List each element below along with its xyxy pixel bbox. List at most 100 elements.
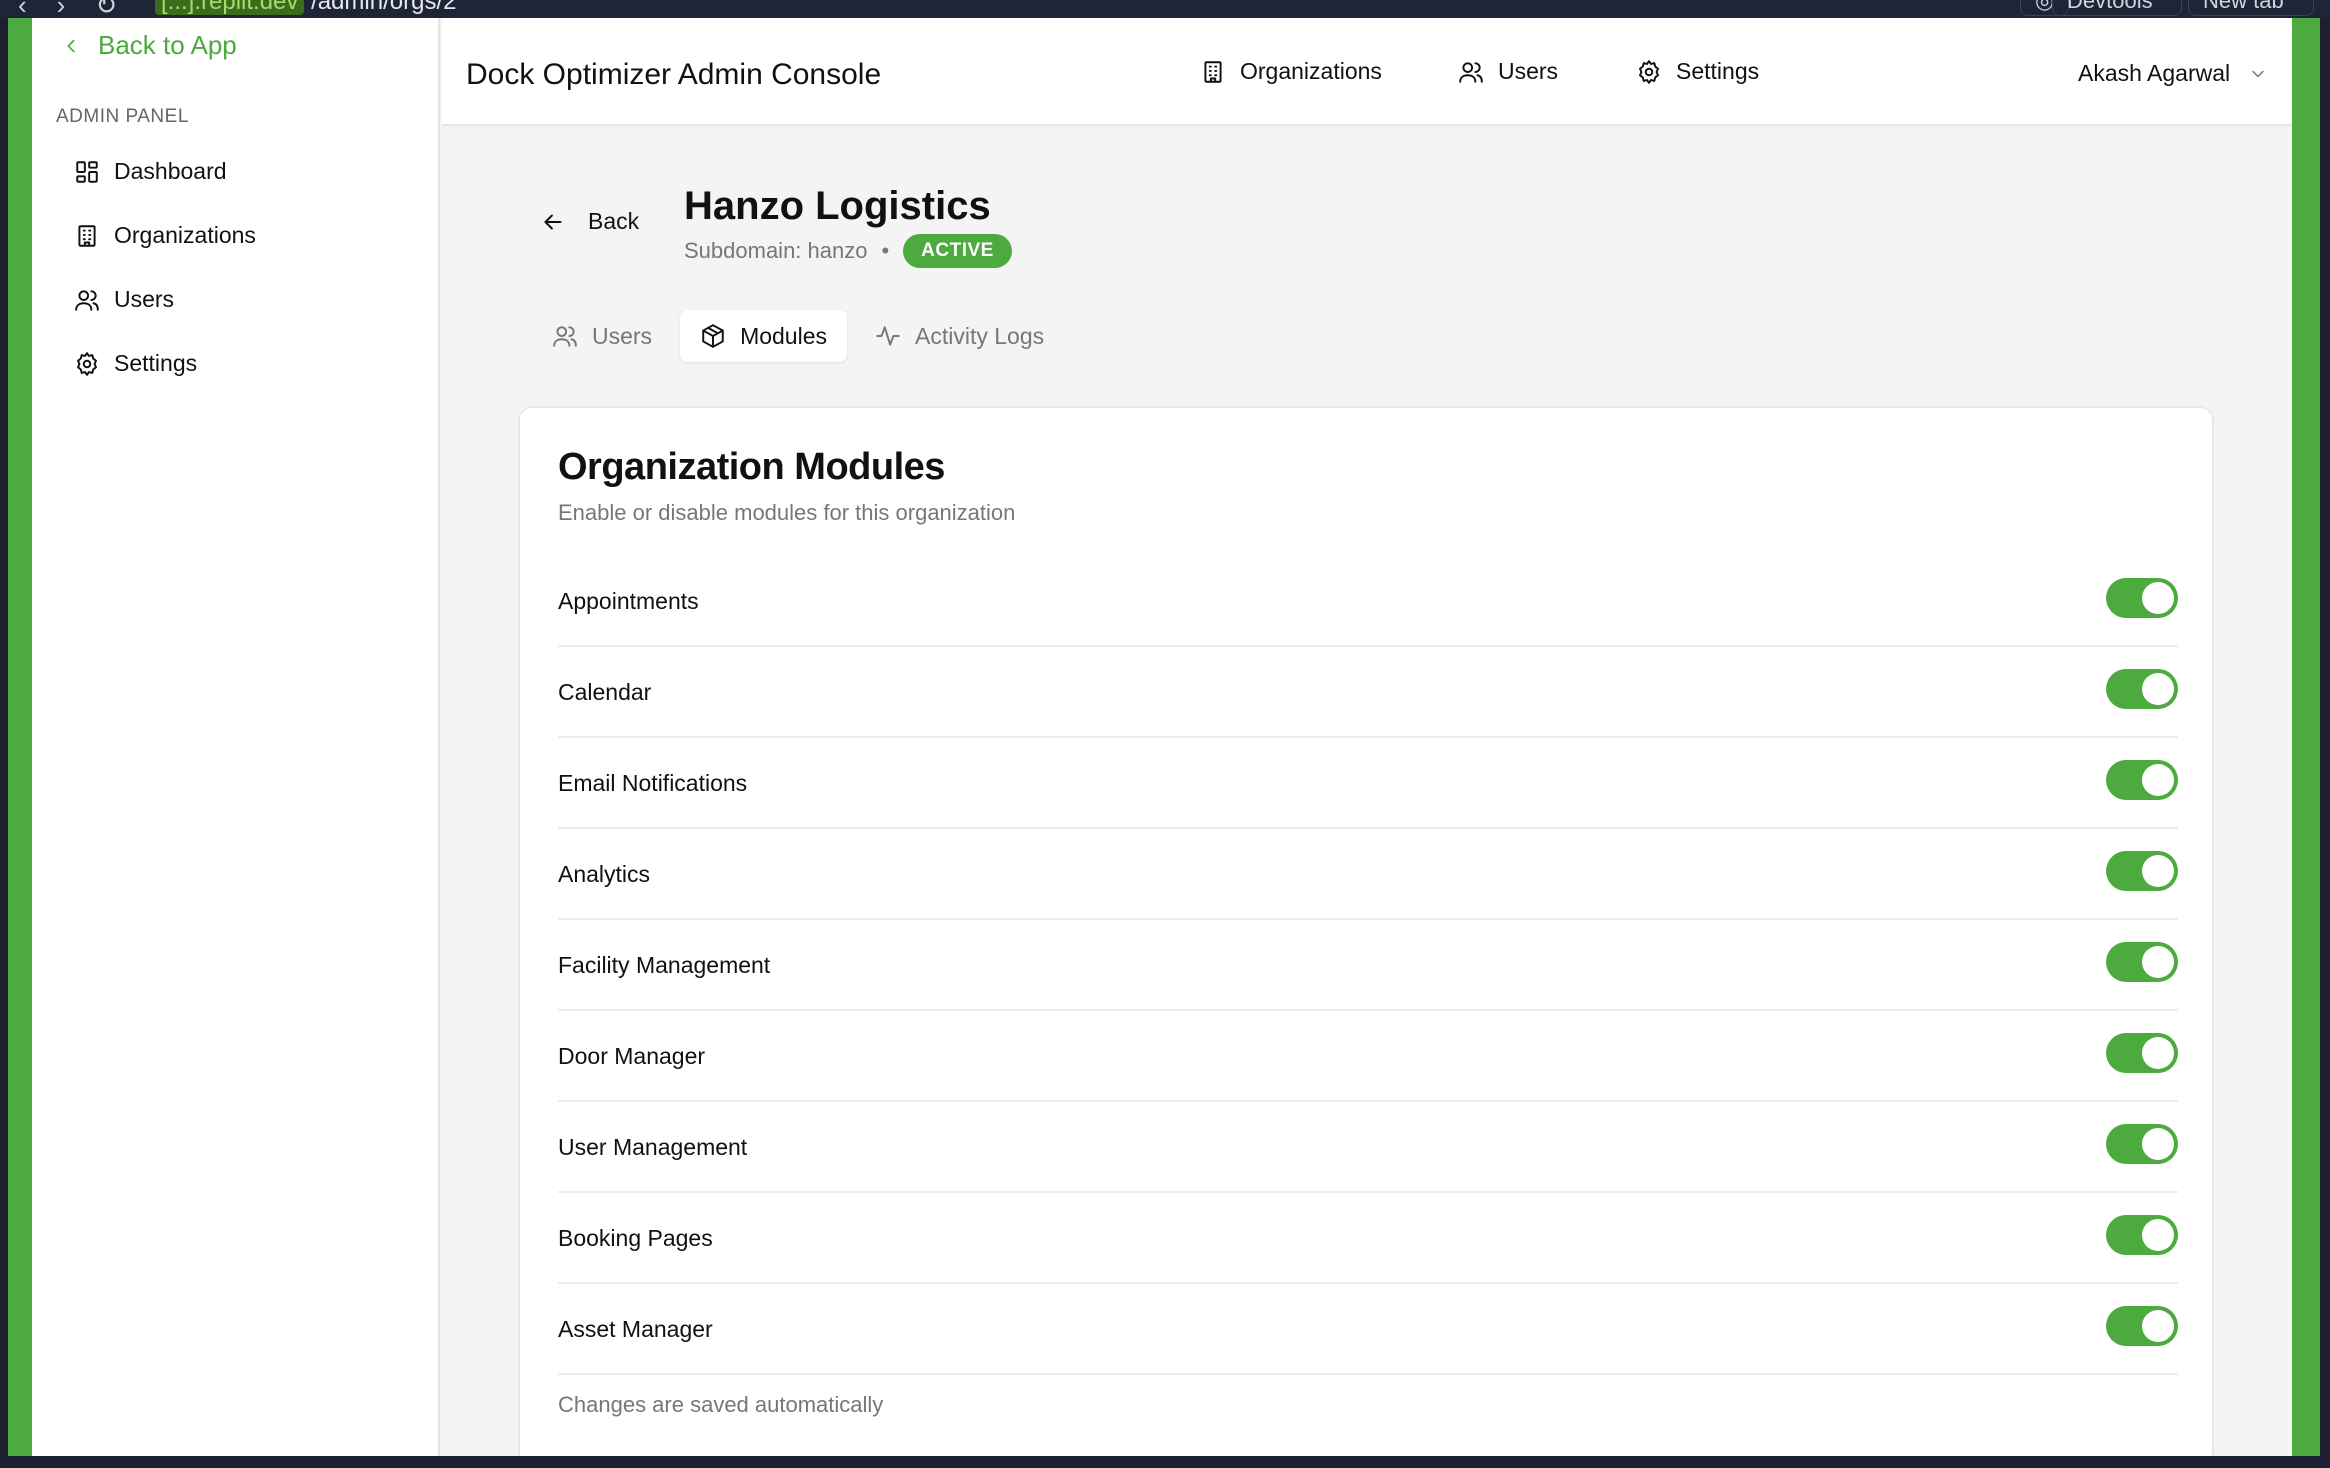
- module-row-door-manager: Door Manager: [558, 1011, 2178, 1102]
- sidebar: Back to App ADMIN PANEL Dashboard Organi…: [32, 18, 440, 1456]
- back-button[interactable]: Back: [540, 208, 639, 235]
- top-nav-users[interactable]: Users: [1458, 58, 1558, 85]
- card-description: Enable or disable modules for this organ…: [558, 500, 1016, 525]
- devtools-label: Devtools: [2067, 0, 2153, 13]
- top-nav-label: Users: [1498, 58, 1559, 84]
- devtools-button[interactable]: Devtools: [2052, 0, 2182, 16]
- separator-dot: •: [881, 238, 890, 263]
- toggle-knob: [2142, 582, 2174, 614]
- module-row-email-notifications: Email Notifications: [558, 738, 2178, 829]
- tab-activity-logs[interactable]: Activity Logs: [855, 310, 1064, 362]
- sidebar-item-users[interactable]: Users: [74, 286, 174, 313]
- module-row-user-management: User Management: [558, 1102, 2178, 1193]
- autosave-note: Changes are saved automatically: [558, 1392, 884, 1417]
- users-icon: [553, 326, 577, 347]
- toggle-knob: [2142, 764, 2174, 796]
- new-tab-button[interactable]: New tab: [2188, 0, 2314, 16]
- browser-back-icon[interactable]: ‹: [18, 0, 27, 18]
- arrow-left-icon: [544, 214, 562, 229]
- frame-border-left: [8, 18, 32, 1456]
- activity-icon: [876, 326, 900, 346]
- module-toggle[interactable]: [2106, 1306, 2178, 1346]
- module-row-asset-manager: Asset Manager: [558, 1284, 2178, 1375]
- module-name: Email Notifications: [558, 770, 748, 796]
- module-row-analytics: Analytics: [558, 829, 2178, 920]
- modules-card: Organization Modules Enable or disable m…: [518, 406, 2214, 1456]
- back-to-app-label: Back to App: [98, 30, 237, 60]
- user-name: Akash Agarwal: [2078, 60, 2231, 86]
- toggle-knob: [2142, 946, 2174, 978]
- module-toggle[interactable]: [2106, 1033, 2178, 1073]
- toggle-knob: [2142, 1128, 2174, 1160]
- top-nav-organizations[interactable]: Organizations: [1200, 58, 1382, 85]
- module-name: Analytics: [558, 861, 651, 887]
- gear-icon: [77, 351, 97, 376]
- toggle-knob: [2142, 1219, 2174, 1251]
- status-badge: ACTIVE: [903, 234, 1012, 268]
- new-tab-label: New tab: [2203, 0, 2284, 13]
- frame-border-right: [2292, 18, 2320, 1456]
- sidebar-item-label: Organizations: [114, 222, 256, 248]
- chevron-left-icon: [67, 39, 75, 52]
- module-name: Appointments: [558, 588, 699, 614]
- sidebar-item-label: Settings: [114, 350, 198, 376]
- module-name: User Management: [558, 1134, 748, 1160]
- gear-icon: [1639, 59, 1659, 84]
- user-menu[interactable]: Akash Agarwal: [2078, 60, 2268, 87]
- tab-label: Modules: [740, 322, 827, 349]
- toggle-knob: [2142, 673, 2174, 705]
- module-toggle[interactable]: [2106, 669, 2178, 709]
- chevron-down-icon: [2252, 70, 2264, 77]
- module-name: Calendar: [558, 679, 652, 705]
- module-row-appointments: Appointments: [558, 556, 2178, 647]
- users-icon: [1459, 61, 1483, 83]
- toggle-knob: [2142, 855, 2174, 887]
- org-subtitle: Subdomain: hanzo • ACTIVE: [684, 234, 1012, 268]
- toggle-knob: [2142, 1310, 2174, 1342]
- admin-panel-heading: ADMIN PANEL: [56, 106, 189, 127]
- back-label: Back: [588, 208, 640, 234]
- top-nav-settings[interactable]: Settings: [1636, 58, 1759, 85]
- back-to-app-link[interactable]: Back to App: [60, 30, 237, 61]
- sidebar-item-settings[interactable]: Settings: [74, 350, 197, 377]
- module-name: Asset Manager: [558, 1316, 713, 1342]
- package-icon: [702, 324, 724, 348]
- module-toggle[interactable]: [2106, 851, 2178, 891]
- module-toggle[interactable]: [2106, 578, 2178, 618]
- building-icon: [78, 224, 96, 247]
- tab-label: Users: [592, 322, 653, 349]
- subdomain-text: Subdomain: hanzo: [684, 238, 868, 263]
- building-icon: [1204, 60, 1222, 83]
- org-tabs: Users Modules Activity Logs: [532, 310, 1064, 362]
- top-nav-label: Organizations: [1240, 58, 1382, 84]
- browser-toolbar: ‹ › ↻ [...].replit.dev /admin/orgs/2 ◎ D…: [0, 0, 2330, 18]
- tab-users[interactable]: Users: [532, 310, 672, 362]
- browser-reload-icon[interactable]: ↻: [95, 0, 117, 18]
- module-row-booking-pages: Booking Pages: [558, 1193, 2178, 1284]
- module-row-facility-management: Facility Management: [558, 920, 2178, 1011]
- url-host: [...].replit.dev: [155, 0, 305, 15]
- module-toggle[interactable]: [2106, 1124, 2178, 1164]
- top-header: Dock Optimizer Admin Console Organizatio…: [442, 18, 2292, 126]
- module-name: Booking Pages: [558, 1225, 713, 1251]
- browser-forward-icon[interactable]: ›: [57, 0, 66, 18]
- toggle-knob: [2142, 1037, 2174, 1069]
- module-toggle[interactable]: [2106, 1215, 2178, 1255]
- url-bar[interactable]: [...].replit.dev /admin/orgs/2: [155, 0, 456, 16]
- sidebar-item-label: Users: [114, 286, 175, 312]
- top-nav-label: Settings: [1676, 58, 1760, 84]
- users-icon: [75, 289, 99, 311]
- tab-modules[interactable]: Modules: [680, 310, 847, 362]
- sidebar-item-dashboard[interactable]: Dashboard: [74, 158, 227, 185]
- module-name: Door Manager: [558, 1043, 706, 1069]
- module-row-calendar: Calendar: [558, 647, 2178, 738]
- sidebar-item-label: Dashboard: [114, 158, 227, 184]
- dashboard-icon: [76, 160, 98, 183]
- console-title: Dock Optimizer Admin Console: [466, 58, 882, 91]
- sidebar-item-organizations[interactable]: Organizations: [74, 222, 256, 249]
- browser-nav: ‹ › ↻: [18, 0, 117, 18]
- tab-label: Activity Logs: [915, 322, 1045, 349]
- module-toggle[interactable]: [2106, 760, 2178, 800]
- module-toggle[interactable]: [2106, 942, 2178, 982]
- app-viewport: Back to App ADMIN PANEL Dashboard Organi…: [32, 18, 2292, 1456]
